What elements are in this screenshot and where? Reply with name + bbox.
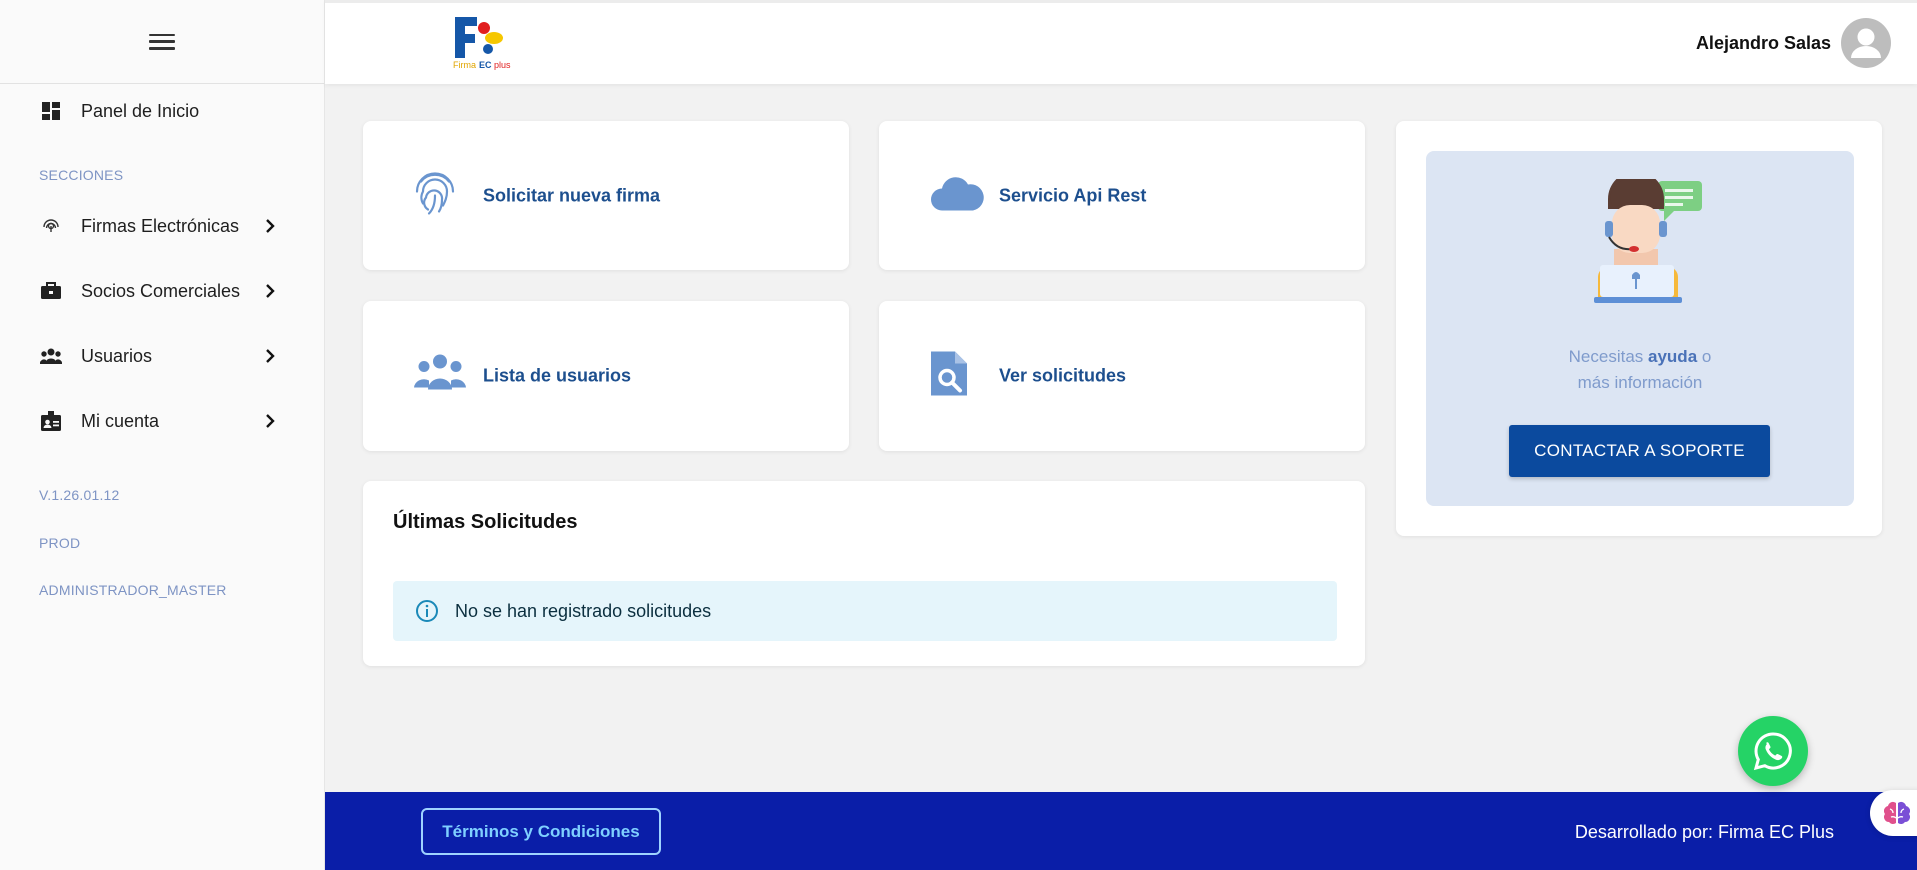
badge-icon	[40, 410, 62, 432]
brand-logo[interactable]: Firma EC plus	[450, 14, 520, 72]
chevron-right-icon	[262, 410, 278, 432]
whatsapp-button[interactable]	[1738, 716, 1808, 786]
sidebar-item-label: Panel de Inicio	[81, 100, 200, 121]
support-text-bold: ayuda	[1648, 347, 1698, 366]
empty-message: No se han registrado solicitudes	[455, 600, 712, 621]
view-requests-label: Ver solicitudes	[999, 365, 1127, 386]
sidebar-item-label: Mi cuenta	[81, 410, 160, 431]
chevron-right-icon	[262, 280, 278, 302]
support-text-part: Necesitas	[1568, 347, 1649, 366]
whatsapp-icon	[1753, 732, 1792, 771]
support-agent-illustration	[1594, 179, 1702, 303]
environment-label: PROD	[39, 535, 81, 551]
support-text-part: o	[1697, 347, 1712, 366]
request-signature-card[interactable]: Solicitar nueva firma	[363, 121, 849, 270]
cloud-icon	[929, 174, 985, 217]
sidebar-item-label: Socios Comerciales	[81, 280, 241, 301]
assistant-button[interactable]	[1870, 790, 1917, 836]
api-rest-label: Servicio Api Rest	[999, 185, 1147, 205]
sidebar-item-label: Firmas Electrónicas	[81, 215, 240, 236]
chevron-right-icon	[262, 215, 278, 237]
user-list-label: Lista de usuarios	[483, 365, 632, 386]
support-text-line2: más información	[1577, 373, 1703, 392]
view-requests-card[interactable]: Ver solicitudes	[879, 301, 1365, 451]
info-icon	[416, 600, 438, 622]
svg-text:plus: plus	[494, 60, 511, 70]
sidebar-item-panel-inicio[interactable]: Panel de Inicio	[0, 88, 325, 134]
role-label: ADMINISTRADOR_MASTER	[39, 582, 227, 598]
version-label: V.1.26.01.12	[39, 487, 120, 503]
svg-text:EC: EC	[479, 60, 492, 70]
contact-support-button[interactable]: CONTACTAR A SOPORTE	[1509, 425, 1770, 477]
recent-requests-title: Últimas Solicitudes	[393, 511, 578, 533]
support-text: Necesitas ayuda o más información	[1426, 344, 1854, 396]
sidebar-item-label: Usuarios	[81, 345, 153, 366]
fingerprint-icon	[40, 215, 62, 237]
user-name[interactable]: Alejandro Salas	[1696, 33, 1831, 54]
api-rest-card[interactable]: Servicio Api Rest	[879, 121, 1365, 270]
support-card: Necesitas ayuda o más información CONTAC…	[1396, 121, 1882, 536]
footer: Términos y Condiciones Desarrollado por:…	[325, 792, 1917, 870]
request-signature-label: Solicitar nueva firma	[483, 185, 661, 205]
developer-credit: Desarrollado por: Firma EC Plus	[1574, 822, 1834, 842]
info-alert: No se han registrado solicitudes	[393, 581, 1337, 641]
sidebar-item-usuarios[interactable]: Usuarios	[0, 333, 325, 379]
support-panel: Necesitas ayuda o más información CONTAC…	[1426, 151, 1854, 506]
sidebar-item-socios[interactable]: Socios Comerciales	[0, 268, 325, 314]
sidebar: Panel de Inicio SECCIONES Firmas Electró…	[0, 0, 325, 870]
recent-requests-card: Últimas Solicitudes No se han registrado…	[363, 481, 1365, 666]
chevron-right-icon	[262, 345, 278, 367]
svg-text:Firma: Firma	[453, 60, 476, 70]
document-search-icon	[929, 350, 969, 403]
terms-button[interactable]: Términos y Condiciones	[421, 808, 661, 855]
menu-icon[interactable]	[149, 32, 175, 52]
fingerprint-icon	[413, 169, 457, 222]
sidebar-header	[0, 0, 324, 84]
avatar[interactable]	[1841, 18, 1891, 68]
top-header: Firma EC plus Alejandro Salas	[325, 0, 1917, 84]
sidebar-item-firmas[interactable]: Firmas Electrónicas	[0, 203, 325, 249]
sidebar-section-label: SECCIONES	[39, 167, 124, 183]
user-list-card[interactable]: Lista de usuarios	[363, 301, 849, 451]
sidebar-item-mi-cuenta[interactable]: Mi cuenta	[0, 398, 325, 444]
briefcase-icon	[40, 280, 62, 302]
dashboard-icon	[40, 100, 62, 122]
brain-icon	[1884, 801, 1910, 824]
group-icon	[40, 345, 62, 367]
users-icon	[413, 354, 467, 399]
